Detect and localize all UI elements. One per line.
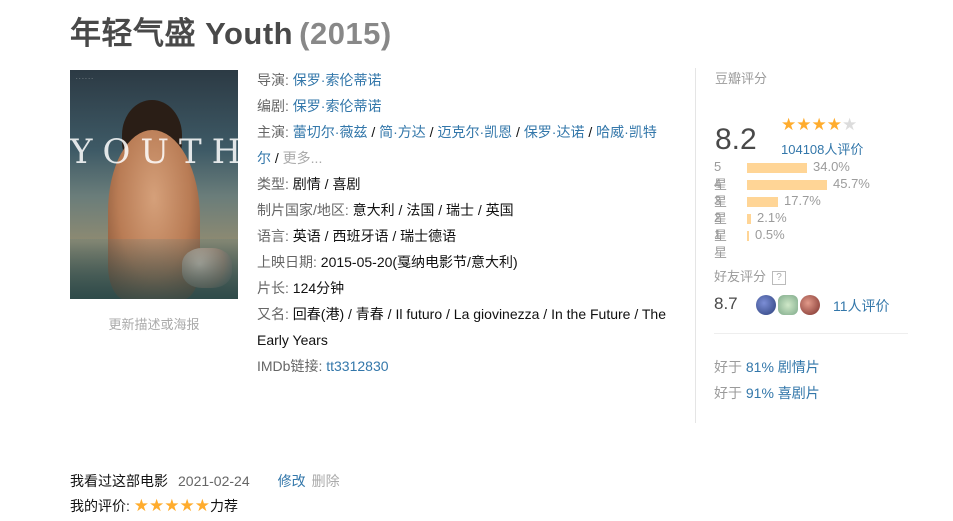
genre-value: 剧情: [292, 176, 321, 192]
better-link[interactable]: 81% 剧情片: [746, 359, 820, 375]
director-label: 导演: [257, 72, 285, 88]
director-link[interactable]: 保罗·索伦蒂诺: [293, 72, 382, 88]
aka-value: 回春(港) / 青春 / Il futuro / La giovinezza /…: [257, 306, 667, 348]
edit-link[interactable]: 修改: [278, 473, 306, 489]
imdb-row: IMDb链接: tt3312830: [257, 353, 669, 379]
aka-label: 又名:: [257, 306, 289, 322]
country-label: 制片国家/地区:: [257, 202, 349, 218]
bar-label: 1星: [714, 227, 728, 260]
cast-link[interactable]: 迈克尔·凯恩: [437, 124, 512, 140]
page-title: 年轻气盛 Youth (2015): [70, 8, 392, 53]
rating-stars: ★★★★★: [781, 115, 857, 135]
delete-link[interactable]: 删除: [312, 473, 340, 489]
cast-more-link[interactable]: 更多...: [283, 150, 323, 166]
rating-main: 8.2 ★★★★★ 104108人评价: [715, 87, 907, 157]
rating-bar: [747, 180, 827, 190]
bar-percent: 17.7%: [784, 193, 821, 208]
update-poster-link[interactable]: 更新描述或海报: [70, 314, 238, 333]
better-prefix: 好于: [714, 385, 742, 401]
bar-percent: 34.0%: [813, 159, 850, 174]
friend-count-link[interactable]: 11人评价: [833, 296, 890, 316]
bar-percent: 45.7%: [833, 176, 870, 191]
language-label: 语言:: [257, 228, 289, 244]
writer-row: 编剧: 保罗·索伦蒂诺: [257, 98, 382, 114]
imdb-link[interactable]: tt3312830: [326, 358, 388, 374]
country-value: 意大利 / 法国 / 瑞士 / 英国: [352, 202, 514, 218]
movie-info: 导演: 保罗·索伦蒂诺 编剧: 保罗·索伦蒂诺 主演: 蕾切尔·薇兹 / 简·方…: [257, 67, 669, 379]
my-rating-verdict: 力荐: [209, 498, 238, 514]
genre-row: 类型: 剧情 / 喜剧: [257, 176, 361, 192]
avatar[interactable]: [778, 295, 798, 315]
better-than-drama: 好于 81% 剧情片: [714, 357, 820, 377]
runtime-value: 124分钟: [292, 280, 345, 296]
rating-count-link[interactable]: 104108人评价: [781, 139, 863, 158]
friend-rating-label: 好友评分: [714, 269, 767, 284]
poster-credits: · · · · · ·: [76, 76, 93, 82]
runtime-label: 片长:: [257, 280, 289, 296]
star-icon: ★: [781, 115, 797, 134]
aka-row: 又名: 回春(港) / 青春 / Il futuro / La giovinez…: [257, 301, 669, 353]
movie-poster[interactable]: · · · · · · YOUTH: [70, 70, 238, 299]
rating-divider: [714, 333, 908, 334]
cast-link[interactable]: 蕾切尔·薇兹: [293, 124, 368, 140]
genre-value: 喜剧: [332, 176, 361, 192]
poster-word: YOUTH: [70, 132, 238, 172]
watched-date: 2021-02-24: [178, 473, 250, 489]
star-icon: ★: [811, 115, 827, 134]
star-icon: ★: [826, 115, 842, 134]
movie-name: 年轻气盛 Youth: [70, 16, 294, 51]
rating-bar: [747, 214, 751, 224]
help-icon[interactable]: ?: [772, 270, 787, 285]
better-prefix: 好于: [714, 359, 742, 375]
genre-label: 类型:: [257, 176, 289, 192]
friend-avatars: [756, 295, 822, 315]
cast-link[interactable]: 简·方达: [379, 124, 426, 140]
rating-bar: [747, 231, 749, 241]
my-rating-stars[interactable]: ★★★★★: [134, 496, 210, 515]
country-row: 制片国家/地区: 意大利 / 法国 / 瑞士 / 英国: [257, 197, 669, 223]
rating-bar: [747, 163, 807, 173]
director-row: 导演: 保罗·索伦蒂诺: [257, 72, 382, 88]
friend-score: 8.7: [714, 294, 738, 313]
star-icon: ★: [796, 115, 812, 134]
language-value: 英语 / 西班牙语 / 瑞士德语: [292, 228, 457, 244]
bar-percent: 2.1%: [757, 210, 787, 225]
better-link[interactable]: 91% 喜剧片: [746, 385, 820, 401]
my-rating-label: 我的评价:: [70, 498, 130, 514]
writer-label: 编剧: [257, 98, 285, 114]
cast-label: 主演: [257, 124, 285, 140]
rating-score: 8.2: [715, 123, 757, 156]
better-than-comedy: 好于 91% 喜剧片: [714, 383, 820, 403]
language-row: 语言: 英语 / 西班牙语 / 瑞士德语: [257, 223, 669, 249]
watched-label: 我看过这部电影: [70, 473, 168, 489]
runtime-row: 片长: 124分钟: [257, 275, 669, 301]
my-rating: 我的评价: ★★★★★力荐: [70, 496, 238, 516]
writer-link[interactable]: 保罗·索伦蒂诺: [293, 98, 382, 114]
imdb-label: IMDb链接:: [257, 358, 323, 374]
avatar[interactable]: [800, 295, 820, 315]
cast-link[interactable]: 保罗·达诺: [524, 124, 585, 140]
poster-water: [70, 239, 238, 299]
cast-row: 主演: 蕾切尔·薇兹 / 简·方达 / 迈克尔·凯恩 / 保罗·达诺 / 哈威·…: [257, 124, 657, 166]
movie-year: (2015): [299, 16, 392, 51]
release-label: 上映日期:: [257, 254, 317, 270]
release-value: 2015-05-20(戛纳电影节/意大利): [320, 254, 518, 270]
rating-bar: [747, 197, 778, 207]
my-watch-status: 我看过这部电影 2021-02-24 修改 删除: [70, 471, 340, 491]
release-row: 上映日期: 2015-05-20(戛纳电影节/意大利): [257, 249, 669, 275]
avatar[interactable]: [756, 295, 776, 315]
star-empty-icon: ★: [842, 115, 858, 134]
friend-rating-title: 好友评分?: [714, 266, 787, 285]
bar-percent: 0.5%: [755, 227, 785, 242]
douban-rating-title: 豆瓣评分: [715, 71, 768, 86]
